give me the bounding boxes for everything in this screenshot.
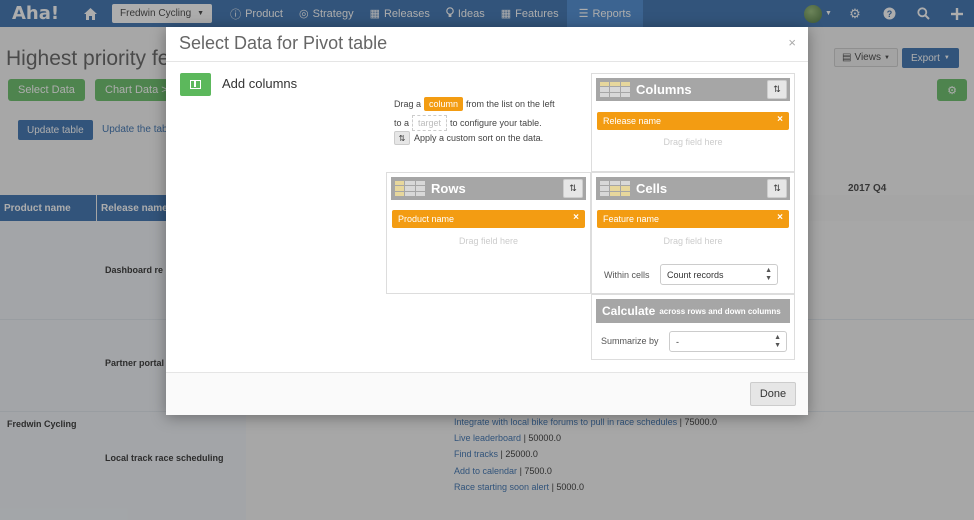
tag-label: Release name xyxy=(603,116,662,126)
cells-drop-zone[interactable]: Cells ⇅ Feature name × Drag field here W… xyxy=(591,172,795,294)
add-columns-button[interactable] xyxy=(180,73,211,96)
calculate-zone: Calculate across rows and down columns S… xyxy=(591,294,795,360)
within-cells-select[interactable]: Count records ▲ ▼ xyxy=(660,264,778,285)
columns-zone-header: Columns ⇅ xyxy=(596,78,790,101)
modal-title: Select Data for Pivot table xyxy=(179,33,388,53)
rows-zone-header: Rows ⇅ xyxy=(391,177,586,200)
sort-icon[interactable]: ⇅ xyxy=(767,179,787,198)
summarize-by-select[interactable]: - ▲ ▼ xyxy=(669,331,787,352)
add-columns-label[interactable]: Add columns xyxy=(222,76,297,91)
instruction-text: to configure your table. xyxy=(450,118,542,128)
drag-hint: Drag field here xyxy=(458,236,519,246)
drag-hint: Drag field here xyxy=(663,137,723,147)
summarize-by-label: Summarize by xyxy=(601,336,659,346)
sort-icon: ⇅ xyxy=(394,131,410,145)
remove-icon[interactable]: × xyxy=(573,212,579,223)
row-tag-product-name[interactable]: Product name × xyxy=(392,210,585,228)
pivot-data-modal: Select Data for Pivot table × Add column… xyxy=(166,27,808,415)
within-cells-value: Count records xyxy=(667,269,724,280)
chevron-up-down-icon: ▲ ▼ xyxy=(774,334,781,349)
rows-grid-icon xyxy=(395,181,425,196)
sort-icon[interactable]: ⇅ xyxy=(563,179,583,198)
instruction-line-3: ⇅ Apply a custom sort on the data. xyxy=(394,131,543,145)
remove-icon[interactable]: × xyxy=(777,212,783,223)
cells-zone-title: Cells xyxy=(636,181,668,196)
cells-grid-icon xyxy=(600,181,630,196)
tag-label: Feature name xyxy=(603,214,660,224)
done-button[interactable]: Done xyxy=(750,382,796,406)
column-tag-release-name[interactable]: Release name × xyxy=(597,112,789,130)
rows-zone-title: Rows xyxy=(431,181,466,196)
modal-divider xyxy=(166,61,808,62)
sort-icon[interactable]: ⇅ xyxy=(767,80,787,99)
modal-footer: Done xyxy=(166,372,808,415)
within-cells-label: Within cells xyxy=(604,270,650,280)
remove-icon[interactable]: × xyxy=(777,114,783,125)
calculate-zone-header: Calculate across rows and down columns xyxy=(596,299,790,323)
calculate-title: Calculate xyxy=(602,304,656,318)
columns-icon xyxy=(190,80,201,89)
rows-drop-zone[interactable]: Rows ⇅ Product name × Drag field here xyxy=(386,172,591,294)
drag-hint: Drag field here xyxy=(663,236,723,246)
summarize-by-value: - xyxy=(676,336,679,347)
close-icon[interactable]: × xyxy=(788,35,796,50)
instruction-text: Apply a custom sort on the data. xyxy=(414,133,544,143)
target-example-pill: target xyxy=(412,115,448,131)
columns-grid-icon xyxy=(600,82,630,97)
instruction-text: from the list on the left xyxy=(466,99,555,109)
instruction-text: to a xyxy=(394,118,410,128)
calculate-subtitle: across rows and down columns xyxy=(659,306,781,316)
chevron-up-down-icon: ▲ ▼ xyxy=(765,267,772,282)
columns-zone-title: Columns xyxy=(636,82,692,97)
cells-zone-header: Cells ⇅ xyxy=(596,177,790,200)
tag-label: Product name xyxy=(398,214,455,224)
column-example-pill: column xyxy=(424,97,464,111)
cell-tag-feature-name[interactable]: Feature name × xyxy=(597,210,789,228)
instruction-text: Drag a xyxy=(394,99,422,109)
instruction-line-2: to a target to configure your table. xyxy=(394,115,542,131)
columns-drop-zone[interactable]: Columns ⇅ Release name × Drag field here xyxy=(591,73,795,172)
instruction-line-1: Drag a column from the list on the left xyxy=(394,97,555,111)
